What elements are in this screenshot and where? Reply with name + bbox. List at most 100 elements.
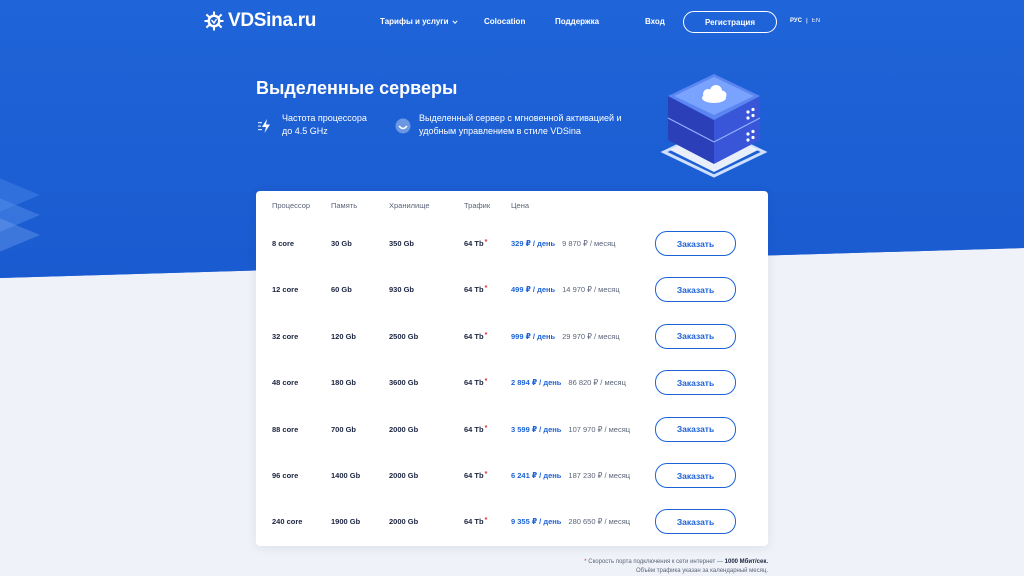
cell-storage: 350 Gb bbox=[389, 239, 415, 248]
feature-cpu-line1: Частота процессора bbox=[282, 113, 367, 123]
cell-ram: 1400 Gb bbox=[331, 471, 361, 480]
cell-cpu: 96 core bbox=[272, 471, 299, 480]
smile-icon bbox=[395, 118, 411, 134]
logo-text: VDSina.ru bbox=[228, 10, 317, 31]
header-ram: Память bbox=[331, 201, 358, 210]
nav-login-label: Вход bbox=[645, 17, 665, 26]
cell-cpu: 88 core bbox=[272, 424, 299, 434]
cell-cpu: 48 core bbox=[272, 378, 299, 388]
order-button[interactable]: Заказать bbox=[655, 277, 736, 303]
table-row: 32 core 120 Gb 2500 Gb 64 Tb* 999 ₽ / день 29… bbox=[256, 323, 768, 350]
cell-price: 2 894 ₽ / день 86 820 ₽ / месяц bbox=[511, 378, 626, 387]
order-button[interactable]: Заказать bbox=[655, 463, 736, 488]
footnote-line2: Объём трафика указан за календарный меся… bbox=[636, 568, 768, 574]
lightning-icon bbox=[258, 119, 270, 133]
nav-support-label: Поддержка bbox=[555, 17, 600, 26]
cell-price: 999 ₽ / день 29 970 ₽ / месяц bbox=[511, 332, 620, 341]
price-per-month: 107 970 ₽ / месяц bbox=[568, 424, 631, 434]
cell-price: 329 ₽ / день 9 870 ₽ / месяц bbox=[511, 239, 615, 248]
table-row: 96 core 1400 Gb 2000 Gb 64 Tb* 6 241 ₽ / ден… bbox=[256, 463, 768, 489]
table-row: 240 core 1900 Gb 2000 Gb 64 Tb* 9 355 ₽ / де… bbox=[256, 509, 768, 535]
cell-storage: 2500 Gb bbox=[389, 331, 419, 341]
order-button[interactable]: Заказать bbox=[655, 416, 736, 442]
lang-separator: | bbox=[806, 18, 808, 24]
price-per-day: 2 894 ₽ / день bbox=[511, 378, 562, 388]
nav-colocation-label: Colocation bbox=[484, 17, 526, 26]
cell-storage: 2000 Gb bbox=[389, 424, 419, 434]
price-per-month: 187 230 ₽ / месяц bbox=[568, 471, 631, 480]
feature-cpu: Частота процессора до 4.5 GHz bbox=[258, 112, 367, 138]
traffic-note-star: * bbox=[484, 378, 488, 386]
table-header: Процессор Память Хранилище Трафик Цена bbox=[256, 201, 768, 213]
feature-activation-line1: Выделенный сервер с мгновенной активацие… bbox=[419, 113, 622, 123]
cell-traffic: 64 Tb* bbox=[464, 239, 487, 248]
lang-ru[interactable]: РУС bbox=[790, 18, 802, 24]
cell-ram: 30 Gb bbox=[331, 239, 352, 248]
cell-price: 9 355 ₽ / день 280 650 ₽ / месяц bbox=[511, 517, 630, 526]
feature-activation-line2: удобным управлением в стиле VDSina bbox=[419, 126, 581, 136]
language-switcher: РУС | EN bbox=[790, 18, 820, 24]
cell-traffic-value: 64 Tb bbox=[464, 378, 484, 388]
price-per-day: 3 599 ₽ / день bbox=[511, 424, 562, 434]
server-cloud-illustration bbox=[660, 74, 768, 178]
price-per-day: 329 ₽ / день bbox=[511, 239, 556, 248]
footnote-star: * bbox=[584, 559, 587, 565]
site-header: VDSina.ru Тарифы и услуги Colocation Под… bbox=[0, 0, 1024, 44]
traffic-note-star: * bbox=[484, 517, 488, 525]
register-button[interactable]: Регистрация bbox=[683, 11, 777, 33]
traffic-note-star: * bbox=[484, 331, 488, 339]
order-button[interactable]: Заказать bbox=[655, 370, 736, 396]
feature-cpu-text: Частота процессора до 4.5 GHz bbox=[282, 112, 367, 138]
cell-traffic-value: 64 Tb bbox=[464, 331, 484, 341]
servers-table: Процессор Память Хранилище Трафик Цена 8… bbox=[256, 191, 768, 546]
table-row: 48 core 180 Gb 3600 Gb 64 Tb* 2 894 ₽ / день… bbox=[256, 370, 768, 396]
logo-gear-icon bbox=[204, 11, 224, 31]
decorative-stack-shape bbox=[0, 178, 40, 252]
feature-activation: Выделенный сервер с мгновенной активацие… bbox=[395, 112, 622, 138]
cell-traffic: 64 Tb* bbox=[464, 517, 487, 526]
cell-traffic-value: 64 Tb bbox=[464, 424, 484, 434]
price-per-day: 9 355 ₽ / день bbox=[511, 517, 562, 527]
nav-tariffs-label: Тарифы и услуги bbox=[380, 17, 449, 26]
cell-traffic: 64 Tb* bbox=[464, 285, 487, 294]
lang-en[interactable]: EN bbox=[812, 18, 820, 24]
cell-ram: 120 Gb bbox=[331, 331, 357, 341]
nav-support[interactable]: Поддержка bbox=[555, 17, 599, 26]
order-button[interactable]: Заказать bbox=[655, 231, 736, 256]
cell-storage: 2000 Gb bbox=[389, 517, 419, 527]
feature-activation-text: Выделенный сервер с мгновенной активацие… bbox=[419, 112, 622, 138]
cell-ram: 1900 Gb bbox=[331, 517, 361, 527]
traffic-note-star: * bbox=[484, 424, 488, 432]
order-button[interactable]: Заказать bbox=[655, 509, 736, 535]
traffic-note-star: * bbox=[484, 239, 488, 246]
price-per-month: 29 970 ₽ / месяц bbox=[562, 331, 620, 341]
traffic-note-star: * bbox=[484, 285, 488, 293]
cell-traffic: 64 Tb* bbox=[464, 378, 487, 387]
header-storage: Хранилище bbox=[389, 201, 430, 210]
cell-storage: 3600 Gb bbox=[389, 378, 419, 388]
nav-colocation[interactable]: Colocation bbox=[484, 17, 525, 26]
price-per-day: 6 241 ₽ / день bbox=[511, 471, 562, 480]
price-per-day: 999 ₽ / день bbox=[511, 331, 556, 341]
nav-tariffs[interactable]: Тарифы и услуги bbox=[380, 17, 458, 26]
footnote: * Скорость порта подключения к сети инте… bbox=[583, 558, 768, 576]
cell-storage: 930 Gb bbox=[389, 285, 415, 295]
footnote-line1: * Скорость порта подключения к сети инте… bbox=[583, 558, 768, 567]
price-per-month: 14 970 ₽ / месяц bbox=[562, 285, 620, 295]
price-per-month: 86 820 ₽ / месяц bbox=[568, 378, 626, 388]
cell-traffic-value: 64 Tb bbox=[464, 517, 484, 527]
logo[interactable]: VDSina.ru bbox=[204, 10, 316, 32]
cell-ram: 60 Gb bbox=[331, 285, 352, 295]
order-button[interactable]: Заказать bbox=[655, 323, 736, 349]
cell-cpu: 8 core bbox=[272, 239, 295, 248]
cell-price: 6 241 ₽ / день 187 230 ₽ / месяц bbox=[511, 471, 630, 480]
table-row: 12 core 60 Gb 930 Gb 64 Tb* 499 ₽ / день 14 9… bbox=[256, 277, 768, 303]
cell-traffic: 64 Tb* bbox=[464, 425, 487, 434]
cell-cpu: 12 core bbox=[272, 285, 299, 295]
nav-login[interactable]: Вход bbox=[645, 17, 665, 26]
price-per-month: 9 870 ₽ / месяц bbox=[562, 239, 616, 248]
footnote-port-speed: 1000 Мбит/сек. bbox=[724, 559, 768, 565]
price-per-month: 280 650 ₽ / месяц bbox=[568, 517, 631, 527]
traffic-note-star: * bbox=[484, 471, 488, 478]
table-row: 8 core 30 Gb 350 Gb 64 Tb* 329 ₽ / день 9 870… bbox=[256, 231, 768, 257]
